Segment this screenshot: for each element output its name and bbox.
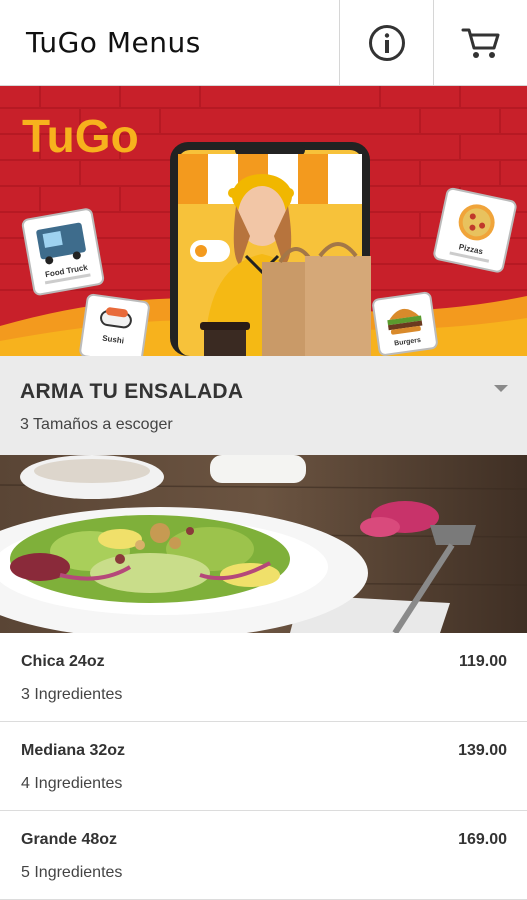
- size-list: Chica 24oz 3 Ingredientes 119.00 Mediana…: [0, 633, 527, 900]
- category-title: ARMA TU ENSALADA: [20, 380, 244, 403]
- cart-button[interactable]: [433, 0, 527, 86]
- item-name: Grande 48oz: [21, 831, 118, 848]
- item-price: 169.00: [458, 831, 507, 848]
- cart-icon: [461, 28, 499, 58]
- category-header[interactable]: ARMA TU ENSALADA 3 Tamaños a escoger: [0, 356, 527, 455]
- promo-banner: TuGo Food Truck Pizzas Sushi Burgers: [0, 86, 527, 356]
- list-item[interactable]: Mediana 32oz 4 Ingredientes 139.00: [0, 722, 527, 811]
- banner-illustration: TuGo Food Truck Pizzas Sushi Burgers: [0, 86, 527, 356]
- list-item[interactable]: Chica 24oz 3 Ingredientes 119.00: [0, 633, 527, 722]
- item-price: 119.00: [458, 653, 507, 670]
- app-title: TuGo Menus: [26, 26, 201, 59]
- item-name: Chica 24oz: [21, 653, 105, 670]
- card-burgers: Burgers: [372, 291, 438, 356]
- app-header: TuGo Menus: [0, 0, 527, 86]
- banner-brand: TuGo: [22, 110, 139, 162]
- item-price: 139.00: [458, 742, 507, 759]
- item-description: 3 Ingredientes: [21, 686, 123, 703]
- info-icon: [368, 25, 405, 61]
- category-subtitle: 3 Tamaños a escoger: [20, 416, 173, 433]
- card-pizzas: Pizzas: [433, 187, 517, 273]
- item-description: 5 Ingredientes: [21, 864, 123, 881]
- item-description: 4 Ingredientes: [21, 775, 123, 792]
- salad-image: [0, 455, 527, 633]
- card-food-truck: Food Truck: [21, 208, 105, 296]
- list-item[interactable]: Grande 48oz 5 Ingredientes 169.00: [0, 811, 527, 900]
- info-button[interactable]: [339, 0, 433, 86]
- card-sushi: Sushi: [79, 293, 150, 356]
- item-name: Mediana 32oz: [21, 742, 126, 759]
- caret-down-icon[interactable]: [494, 385, 508, 392]
